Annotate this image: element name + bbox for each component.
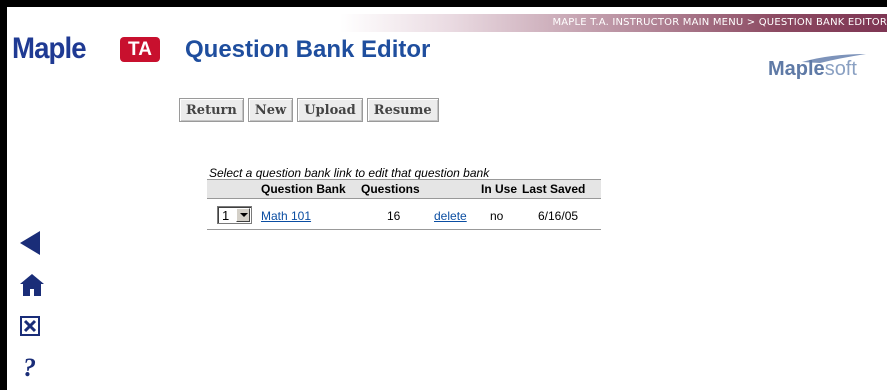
maple-ta-logo: Maple: [12, 32, 87, 65]
maplesoft-logo-soft: soft: [824, 58, 857, 80]
window-frame-left: [0, 0, 7, 390]
table-caption: Select a question bank link to edit that…: [209, 166, 490, 180]
table-bottom-divider: [207, 229, 601, 230]
close-icon[interactable]: [20, 316, 40, 336]
upload-button[interactable]: Upload: [297, 98, 363, 122]
last-saved-value: 6/16/05: [538, 209, 579, 223]
home-icon[interactable]: [20, 274, 44, 296]
breadcrumb: MAPLE T.A. INSTRUCTOR MAIN MENU > QUESTI…: [552, 17, 887, 28]
resume-button[interactable]: Resume: [366, 98, 439, 122]
chevron-down-icon[interactable]: [236, 208, 250, 222]
help-icon[interactable]: ?: [22, 354, 42, 380]
return-button[interactable]: Return: [179, 98, 244, 122]
toolbar: Return New Upload Resume: [179, 98, 439, 122]
ta-logo-badge: TA: [120, 37, 160, 62]
questions-count: 16: [387, 209, 401, 223]
window-frame-top: [0, 0, 887, 7]
svg-text:?: ?: [23, 354, 36, 380]
breadcrumb-bar: MAPLE T.A. INSTRUCTOR MAIN MENU > QUESTI…: [340, 14, 887, 32]
header-question-bank: Question Bank: [261, 182, 346, 196]
header-last-saved: Last Saved: [522, 182, 586, 196]
maplesoft-logo-maple: Maple: [768, 58, 825, 80]
table-header-divider: [207, 198, 601, 199]
order-select-value: 1: [222, 208, 230, 223]
in-use-value: no: [490, 209, 504, 223]
order-select[interactable]: 1: [217, 206, 252, 224]
header-in-use: In Use: [481, 182, 518, 196]
delete-link[interactable]: delete: [434, 209, 467, 223]
maplesoft-logo: Maplesoft: [768, 58, 887, 86]
table-header: Question Bank Questions In Use Last Save…: [207, 180, 601, 198]
question-bank-link[interactable]: Math 101: [261, 209, 311, 223]
back-arrow-icon[interactable]: [18, 230, 42, 256]
header-questions: Questions: [361, 182, 420, 196]
page-title: Question Bank Editor: [185, 36, 431, 63]
new-button[interactable]: New: [247, 98, 294, 122]
